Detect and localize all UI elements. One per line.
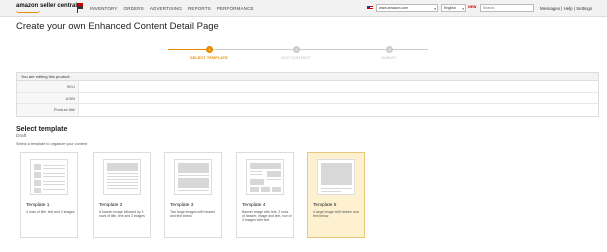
thumb-block bbox=[43, 173, 65, 174]
thumb-block bbox=[178, 175, 209, 176]
template-2-thumbnail bbox=[103, 159, 141, 195]
search-placeholder: Search bbox=[483, 6, 495, 10]
main-nav: INVENTORY ORDERS ADVERTISING REPORTS PER… bbox=[90, 6, 254, 11]
select-template-heading: Select template bbox=[16, 126, 68, 133]
nav-orders[interactable]: ORDERS bbox=[124, 6, 144, 11]
thumb-block bbox=[34, 172, 41, 178]
template-4-name: Template 4 bbox=[242, 203, 266, 208]
template-card-5[interactable]: Template 5 A large image with header and… bbox=[307, 152, 365, 238]
step-3-label: SUBMIT bbox=[381, 56, 397, 60]
product-info-heading: You are editing this product: bbox=[17, 73, 598, 81]
template-card-3[interactable]: Template 3 Two large images with header … bbox=[164, 152, 222, 238]
thumb-block bbox=[107, 182, 138, 183]
template-card-1[interactable]: Template 1 4 rows of title, text and 3 i… bbox=[20, 152, 78, 238]
top-navigation-bar: amazon seller central INVENTORY ORDERS A… bbox=[0, 0, 607, 17]
seller-central-logo[interactable]: amazon seller central bbox=[16, 3, 77, 14]
chevron-down-icon: ▾ bbox=[462, 7, 464, 11]
thumb-block bbox=[178, 163, 209, 173]
thumb-block bbox=[34, 188, 41, 193]
thumb-block bbox=[34, 180, 41, 186]
thumb-block bbox=[43, 168, 65, 169]
nav-inventory[interactable]: INVENTORY bbox=[90, 6, 118, 11]
progress-stepper: 1 2 3 SELECT TEMPLATE EDIT CONTENT SUBMI… bbox=[168, 42, 428, 64]
thumb-block bbox=[34, 164, 41, 170]
template-3-description: Two large images with header and text be… bbox=[170, 210, 216, 219]
thumb-block bbox=[107, 188, 138, 189]
template-hint: Select a template to organize your conte… bbox=[16, 142, 88, 146]
product-row-asin: ASIN bbox=[17, 92, 598, 105]
thumb-block bbox=[43, 189, 65, 190]
step-2-label: EDIT CONTENT bbox=[281, 56, 311, 60]
template-5-name: Template 5 bbox=[313, 203, 337, 208]
thumb-block bbox=[321, 188, 352, 189]
thumb-block bbox=[321, 191, 341, 192]
template-2-name: Template 2 bbox=[99, 203, 123, 208]
marketplace-value: www.amazon.com bbox=[379, 6, 409, 10]
thumb-block bbox=[250, 171, 262, 172]
thumb-block bbox=[107, 163, 138, 171]
thumb-block bbox=[107, 185, 138, 186]
step-1-dot[interactable]: 1 bbox=[206, 46, 213, 53]
thumb-block bbox=[267, 171, 281, 177]
thumb-block bbox=[250, 187, 259, 192]
product-row-title: Product title bbox=[17, 104, 598, 116]
utility-links[interactable]: Messages | Help | Settings bbox=[540, 6, 592, 11]
logo-smile-icon bbox=[16, 10, 40, 13]
thumb-block bbox=[272, 187, 281, 192]
search-input[interactable]: Search bbox=[480, 4, 534, 12]
thumb-block bbox=[261, 187, 270, 192]
new-badge: NEW bbox=[468, 5, 477, 9]
step-1-label: SELECT TEMPLATE bbox=[190, 56, 228, 60]
logo-text: amazon seller central bbox=[16, 3, 78, 9]
page-title: Create your own Enhanced Content Detail … bbox=[16, 21, 219, 32]
asin-label: ASIN bbox=[17, 92, 79, 104]
thumb-block bbox=[178, 178, 209, 188]
nav-performance[interactable]: PERFORMANCE bbox=[217, 6, 254, 11]
template-5-description: A large image with header and text below… bbox=[313, 210, 359, 219]
thumb-block bbox=[267, 179, 281, 180]
thumb-block bbox=[43, 184, 65, 185]
sku-label: SKU bbox=[17, 81, 79, 92]
template-4-description: Banner image with text, 2 rows of header… bbox=[242, 210, 292, 223]
us-flag-icon bbox=[367, 6, 373, 10]
step-connector bbox=[168, 49, 206, 50]
thumb-block bbox=[107, 179, 138, 180]
template-card-4[interactable]: Template 4 Banner image with text, 2 row… bbox=[236, 152, 294, 238]
template-3-thumbnail bbox=[174, 159, 212, 195]
step-connector bbox=[300, 49, 386, 50]
flag-icon[interactable] bbox=[76, 2, 84, 14]
step-3-dot[interactable]: 3 bbox=[386, 46, 393, 53]
step-connector bbox=[393, 49, 428, 50]
product-row-sku: SKU bbox=[17, 81, 598, 93]
chevron-down-icon: ▾ bbox=[434, 7, 436, 11]
nav-advertising[interactable]: ADVERTISING bbox=[150, 6, 182, 11]
language-value: English bbox=[444, 6, 456, 10]
thumb-block bbox=[107, 173, 138, 174]
language-select[interactable]: English ▾ bbox=[441, 4, 466, 12]
product-info-panel: You are editing this product: SKU ASIN P… bbox=[16, 72, 599, 117]
template-3-name: Template 3 bbox=[170, 203, 194, 208]
thumb-block bbox=[321, 163, 352, 185]
template-1-thumbnail bbox=[30, 159, 68, 195]
draft-status: Draft bbox=[16, 134, 27, 139]
thumb-block bbox=[107, 176, 138, 177]
thumb-block bbox=[43, 176, 65, 177]
product-title-label: Product title bbox=[17, 104, 79, 116]
template-card-2[interactable]: Template 2 A banner image followed by 4 … bbox=[93, 152, 151, 238]
thumb-block bbox=[250, 174, 262, 175]
thumb-block bbox=[250, 163, 281, 169]
thumb-block bbox=[43, 165, 65, 166]
thumb-block bbox=[250, 179, 264, 185]
template-2-description: A banner image followed by 4 rows of tit… bbox=[99, 210, 145, 219]
template-5-thumbnail bbox=[317, 159, 355, 195]
thumb-block bbox=[43, 181, 65, 182]
thumb-block bbox=[178, 190, 209, 191]
template-1-description: 4 rows of title, text and 3 images bbox=[26, 210, 75, 214]
step-connector bbox=[213, 49, 293, 50]
nav-reports[interactable]: REPORTS bbox=[188, 6, 211, 11]
template-1-name: Template 1 bbox=[26, 203, 50, 208]
marketplace-select[interactable]: www.amazon.com ▾ bbox=[376, 4, 438, 12]
template-4-thumbnail bbox=[246, 159, 284, 195]
step-2-dot[interactable]: 2 bbox=[293, 46, 300, 53]
